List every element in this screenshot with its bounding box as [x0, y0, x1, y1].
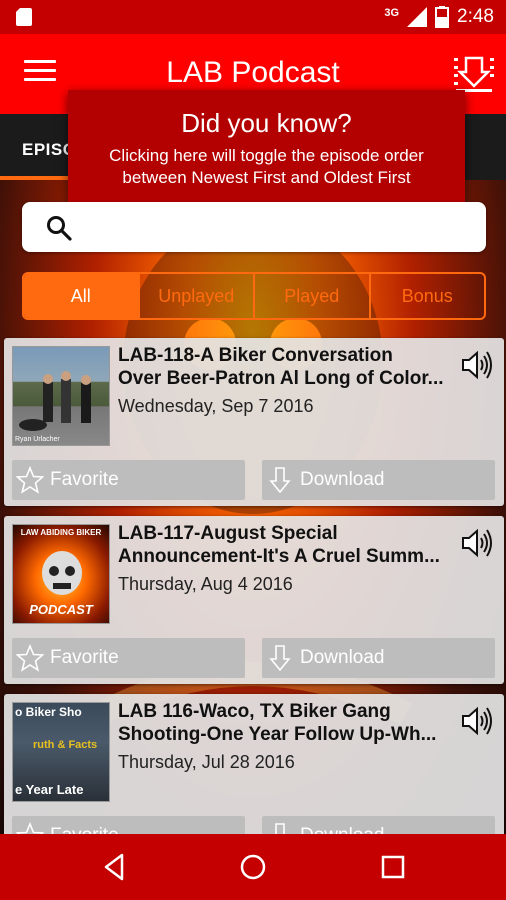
- sort-order-icon[interactable]: [452, 54, 496, 94]
- star-icon: [16, 466, 44, 494]
- filter-bonus[interactable]: Bonus: [371, 274, 485, 318]
- episode-title-line1: LAB 116-Waco, TX Biker Gang: [118, 701, 391, 722]
- favorite-label: Favorite: [50, 469, 119, 490]
- filter-segmented-control: All Unplayed Played Bonus: [22, 272, 486, 320]
- network-type: 3G: [384, 7, 400, 19]
- episode-title: LAB-118-A Biker Conversation Over Beer-P…: [118, 344, 458, 390]
- download-button[interactable]: Download: [262, 460, 495, 500]
- filter-all[interactable]: All: [24, 274, 140, 318]
- search-input[interactable]: [22, 202, 486, 252]
- episode-card[interactable]: Ryan Urlacher LAB-118-A Biker Conversati…: [4, 338, 504, 506]
- favorite-button[interactable]: Favorite: [12, 638, 245, 678]
- thumbnail-bottom-text: PODCAST: [29, 602, 93, 617]
- home-icon[interactable]: [238, 852, 268, 882]
- episode-title-line2: Over Beer-Patron Al Long of Color...: [118, 368, 444, 389]
- recents-icon[interactable]: [378, 852, 408, 882]
- episode-title-line2: Shooting-One Year Follow Up-Wh...: [118, 724, 437, 745]
- filter-played[interactable]: Played: [255, 274, 371, 318]
- download-label: Download: [300, 647, 385, 668]
- episode-title-line1: LAB-118-A Biker Conversation: [118, 345, 393, 366]
- back-icon[interactable]: [100, 852, 130, 882]
- download-button[interactable]: Download: [262, 638, 495, 678]
- episode-title: LAB-117-August Special Announcement-It's…: [118, 522, 458, 568]
- favorite-label: Favorite: [50, 647, 119, 668]
- download-label: Download: [300, 469, 385, 490]
- episode-date: Thursday, Aug 4 2016: [118, 574, 293, 594]
- episode-thumbnail: Ryan Urlacher: [12, 346, 110, 446]
- tooltip-popup[interactable]: Did you know? Clicking here will toggle …: [68, 90, 465, 202]
- signal-icon: [407, 7, 428, 27]
- thumbnail-mid-text: ruth & Facts: [33, 739, 98, 751]
- tooltip-body: Clicking here will toggle the episode or…: [109, 146, 424, 187]
- search-icon: [47, 216, 72, 241]
- speaker-icon[interactable]: [460, 704, 494, 738]
- download-icon: [269, 467, 291, 494]
- speaker-icon[interactable]: [460, 526, 494, 560]
- episode-title-line1: LAB-117-August Special: [118, 523, 338, 544]
- episode-date: Thursday, Jul 28 2016: [118, 752, 295, 772]
- thumbnail-caption: Ryan Urlacher: [15, 436, 60, 443]
- episode-thumbnail: o Biker Sho ruth & Facts e Year Late: [12, 702, 110, 802]
- thumbnail-bottom-text: e Year Late: [15, 782, 84, 797]
- tooltip-title: Did you know?: [181, 108, 352, 138]
- filter-unplayed[interactable]: Unplayed: [140, 274, 255, 318]
- system-nav-bar: [0, 834, 506, 900]
- favorite-button[interactable]: Favorite: [12, 460, 245, 500]
- battery-icon: [435, 6, 450, 28]
- episode-card[interactable]: LAW ABIDING BIKER PODCAST LAB-117-August…: [4, 516, 504, 684]
- status-bar: 3G 2:48: [0, 0, 506, 34]
- thumbnail-top-text: o Biker Sho: [15, 705, 82, 719]
- episode-date: Wednesday, Sep 7 2016: [118, 396, 314, 416]
- download-icon: [269, 645, 291, 672]
- sd-card-icon: [16, 8, 32, 26]
- episode-title-line2: Announcement-It's A Cruel Summ...: [118, 546, 440, 567]
- star-icon: [16, 644, 44, 672]
- clock: 2:48: [457, 6, 494, 27]
- episode-thumbnail: LAW ABIDING BIKER PODCAST: [12, 524, 110, 624]
- speaker-icon[interactable]: [460, 348, 494, 382]
- episode-title: LAB 116-Waco, TX Biker Gang Shooting-One…: [118, 700, 458, 746]
- app-title: LAB Podcast: [166, 56, 340, 89]
